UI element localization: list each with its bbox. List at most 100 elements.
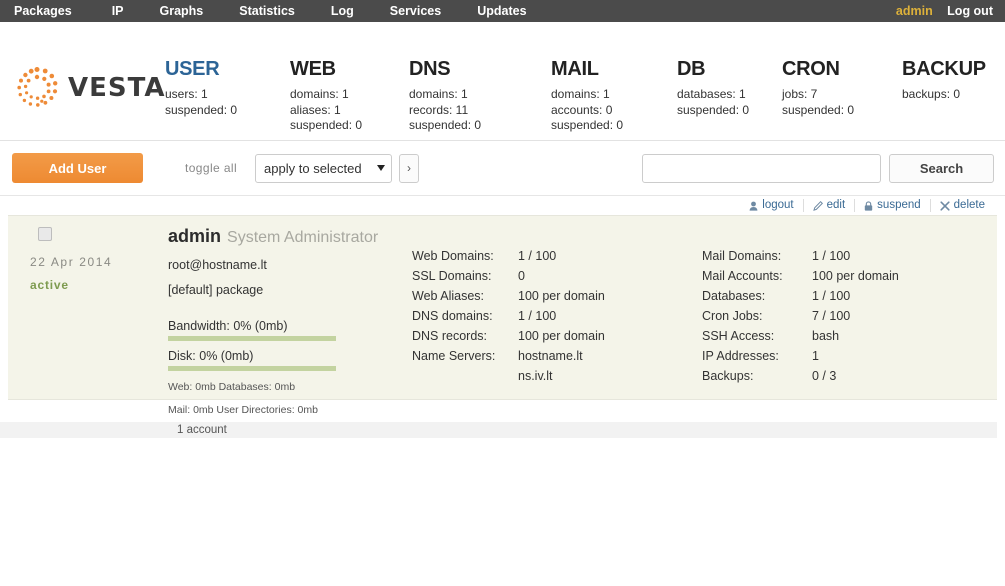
user-name-link[interactable]: admin [168, 226, 221, 246]
bulk-action-select[interactable]: apply to selected [255, 153, 393, 183]
stats-menu-title-dns[interactable]: DNS [409, 58, 551, 80]
user-stat-row: ns.iv.lt [412, 366, 702, 386]
user-stat-key: DNS records: [412, 329, 488, 343]
toggle-all-link[interactable]: toggle all [185, 161, 237, 175]
user-stat-value: 1 [812, 349, 819, 363]
usage-meters: Bandwidth: 0% (0mb) Disk: 0% (0mb) Web: … [168, 318, 408, 417]
user-stat-value: ns.iv.lt [518, 369, 553, 383]
stats-menu-user[interactable]: USER users: 1 suspended: 0 [165, 34, 290, 163]
user-stat-value: 7 / 100 [812, 309, 851, 323]
action-suspend[interactable]: suspend [854, 199, 929, 212]
logout-link[interactable]: Log out [947, 4, 993, 18]
stats-menu-title-web[interactable]: WEB [290, 58, 409, 80]
nav-updates[interactable]: Updates [477, 0, 526, 22]
row-select-checkbox[interactable] [38, 227, 52, 241]
user-stat-value: 1 / 100 [518, 249, 557, 263]
stats-menu-lines: users: 1 suspended: 0 [165, 87, 290, 118]
stats-menu-line: records: 11 [409, 102, 469, 117]
action-label: delete [953, 199, 985, 211]
user-stat-row: Backups: 0 / 3 [702, 366, 962, 386]
pencil-icon [812, 200, 823, 211]
stats-menu-line: suspended: 0 [782, 102, 855, 117]
stats-menu-lines: jobs: 7 suspended: 0 [782, 87, 902, 118]
stats-menu-line: domains: 1 [551, 87, 610, 101]
user-row-meta-column: 22 Apr 2014 active [8, 216, 168, 399]
account-user-link[interactable]: admin [896, 4, 933, 18]
search-input[interactable] [642, 153, 881, 183]
user-stat-value: 1 / 100 [812, 249, 851, 263]
nav-graphs[interactable]: Graphs [160, 0, 204, 22]
nav-services[interactable]: Services [390, 0, 441, 22]
user-stat-key: Web Domains: [412, 249, 494, 263]
user-stat-key: DNS domains: [412, 309, 493, 323]
stats-menu-web[interactable]: WEB domains: 1 aliases: 1 suspended: 0 [290, 34, 409, 140]
nav-log[interactable]: Log [331, 0, 354, 22]
user-stat-value: 100 per domain [518, 329, 605, 343]
bulk-action-apply-button[interactable]: › [399, 153, 420, 183]
user-fullname: System Administrator [227, 229, 379, 246]
page-header: VESTA USER users: 1 suspended: 0 WEB domains… [0, 22, 1005, 163]
account-count-band: 1 account [0, 422, 997, 438]
bandwidth-progress-bar [168, 336, 336, 341]
search-area: Search [642, 153, 994, 183]
usage-detail-line-1: Web: 0mb Databases: 0mb [168, 381, 296, 393]
stats-menu-dns[interactable]: DNS domains: 1 records: 11 suspended: 0 [409, 34, 551, 140]
stats-menu-line: suspended: 0 [290, 118, 363, 132]
stats-menu-line: suspended: 0 [677, 102, 750, 117]
stats-menu-lines: domains: 1 accounts: 0 suspended: 0 [551, 87, 677, 134]
stats-menu-lines: backups: 0 [902, 87, 986, 103]
user-stat-key: Mail Accounts: [702, 269, 783, 283]
stats-menu-title-db[interactable]: DB [677, 58, 782, 80]
stats-menu-line: databases: 1 [677, 87, 746, 101]
stats-menu-cron[interactable]: CRON jobs: 7 suspended: 0 [782, 34, 902, 140]
stats-menu-backup[interactable]: BACKUP backups: 0 [902, 34, 986, 140]
brand-logo[interactable]: VESTA [0, 22, 165, 140]
vesta-dots-icon [14, 65, 60, 111]
user-stat-row: Web Aliases: 100 per domain [412, 286, 702, 306]
bandwidth-label: Bandwidth: 0% (0mb) [168, 319, 288, 333]
user-stat-key: SSL Domains: [412, 269, 492, 283]
stats-menu-mail[interactable]: MAIL domains: 1 accounts: 0 suspended: 0 [551, 34, 677, 140]
action-logout[interactable]: logout [740, 199, 802, 212]
stats-menu-db[interactable]: DB databases: 1 suspended: 0 [677, 34, 782, 140]
user-stat-row: IP Addresses: 1 [702, 346, 962, 366]
top-navigation-bar: Packages IP Graphs Statistics Log Services Upd… [0, 0, 1005, 22]
lock-icon [864, 200, 873, 211]
action-edit[interactable]: edit [802, 199, 855, 212]
disk-progress-bar [168, 366, 336, 371]
user-stat-key: SSH Access: [702, 329, 775, 343]
user-stat-key: Databases: [702, 289, 766, 303]
user-stat-row: Name Servers: hostname.lt [412, 346, 702, 366]
user-stat-value: 0 [518, 269, 525, 283]
search-button[interactable]: Search [889, 153, 994, 183]
add-user-button[interactable]: Add User [12, 153, 143, 183]
stats-menu-line: backups: 0 [902, 87, 961, 101]
footer-spacer [0, 400, 1005, 422]
stats-menu-line: domains: 1 [409, 87, 468, 101]
user-stat-key: IP Addresses: [702, 349, 779, 363]
user-stat-value: 100 per domain [812, 269, 899, 283]
user-stat-row: DNS domains: 1 / 100 [412, 306, 702, 326]
user-stat-row: Mail Domains: 1 / 100 [702, 246, 962, 266]
user-stat-row: Web Domains: 1 / 100 [412, 246, 702, 266]
user-stat-row: Databases: 1 / 100 [702, 286, 962, 306]
user-actions: logout edit suspend delete [740, 196, 994, 215]
stats-menu-lines: databases: 1 suspended: 0 [677, 87, 782, 118]
stats-menu-title-backup[interactable]: BACKUP [902, 58, 986, 80]
user-stat-value: hostname.lt [518, 349, 583, 363]
nav-ip[interactable]: IP [112, 0, 124, 22]
stats-menu-line: accounts: 0 [551, 102, 613, 117]
nav-packages[interactable]: Packages [14, 0, 72, 22]
user-stat-row: SSH Access: bash [702, 326, 962, 346]
user-stat-row: SSL Domains: 0 [412, 266, 702, 286]
user-stat-key: Mail Domains: [702, 249, 782, 263]
stats-menu-title-user[interactable]: USER [165, 58, 290, 80]
stats-menu-lines: domains: 1 aliases: 1 suspended: 0 [290, 87, 409, 134]
nav-statistics[interactable]: Statistics [239, 0, 295, 22]
stats-menu-line: aliases: 1 [290, 102, 341, 117]
user-package: [default] package [168, 283, 264, 297]
stats-menu-title-cron[interactable]: CRON [782, 58, 902, 80]
bulk-action-selected-label: apply to selected [264, 160, 362, 176]
action-delete[interactable]: delete [929, 199, 994, 212]
stats-menu-title-mail[interactable]: MAIL [551, 58, 677, 80]
